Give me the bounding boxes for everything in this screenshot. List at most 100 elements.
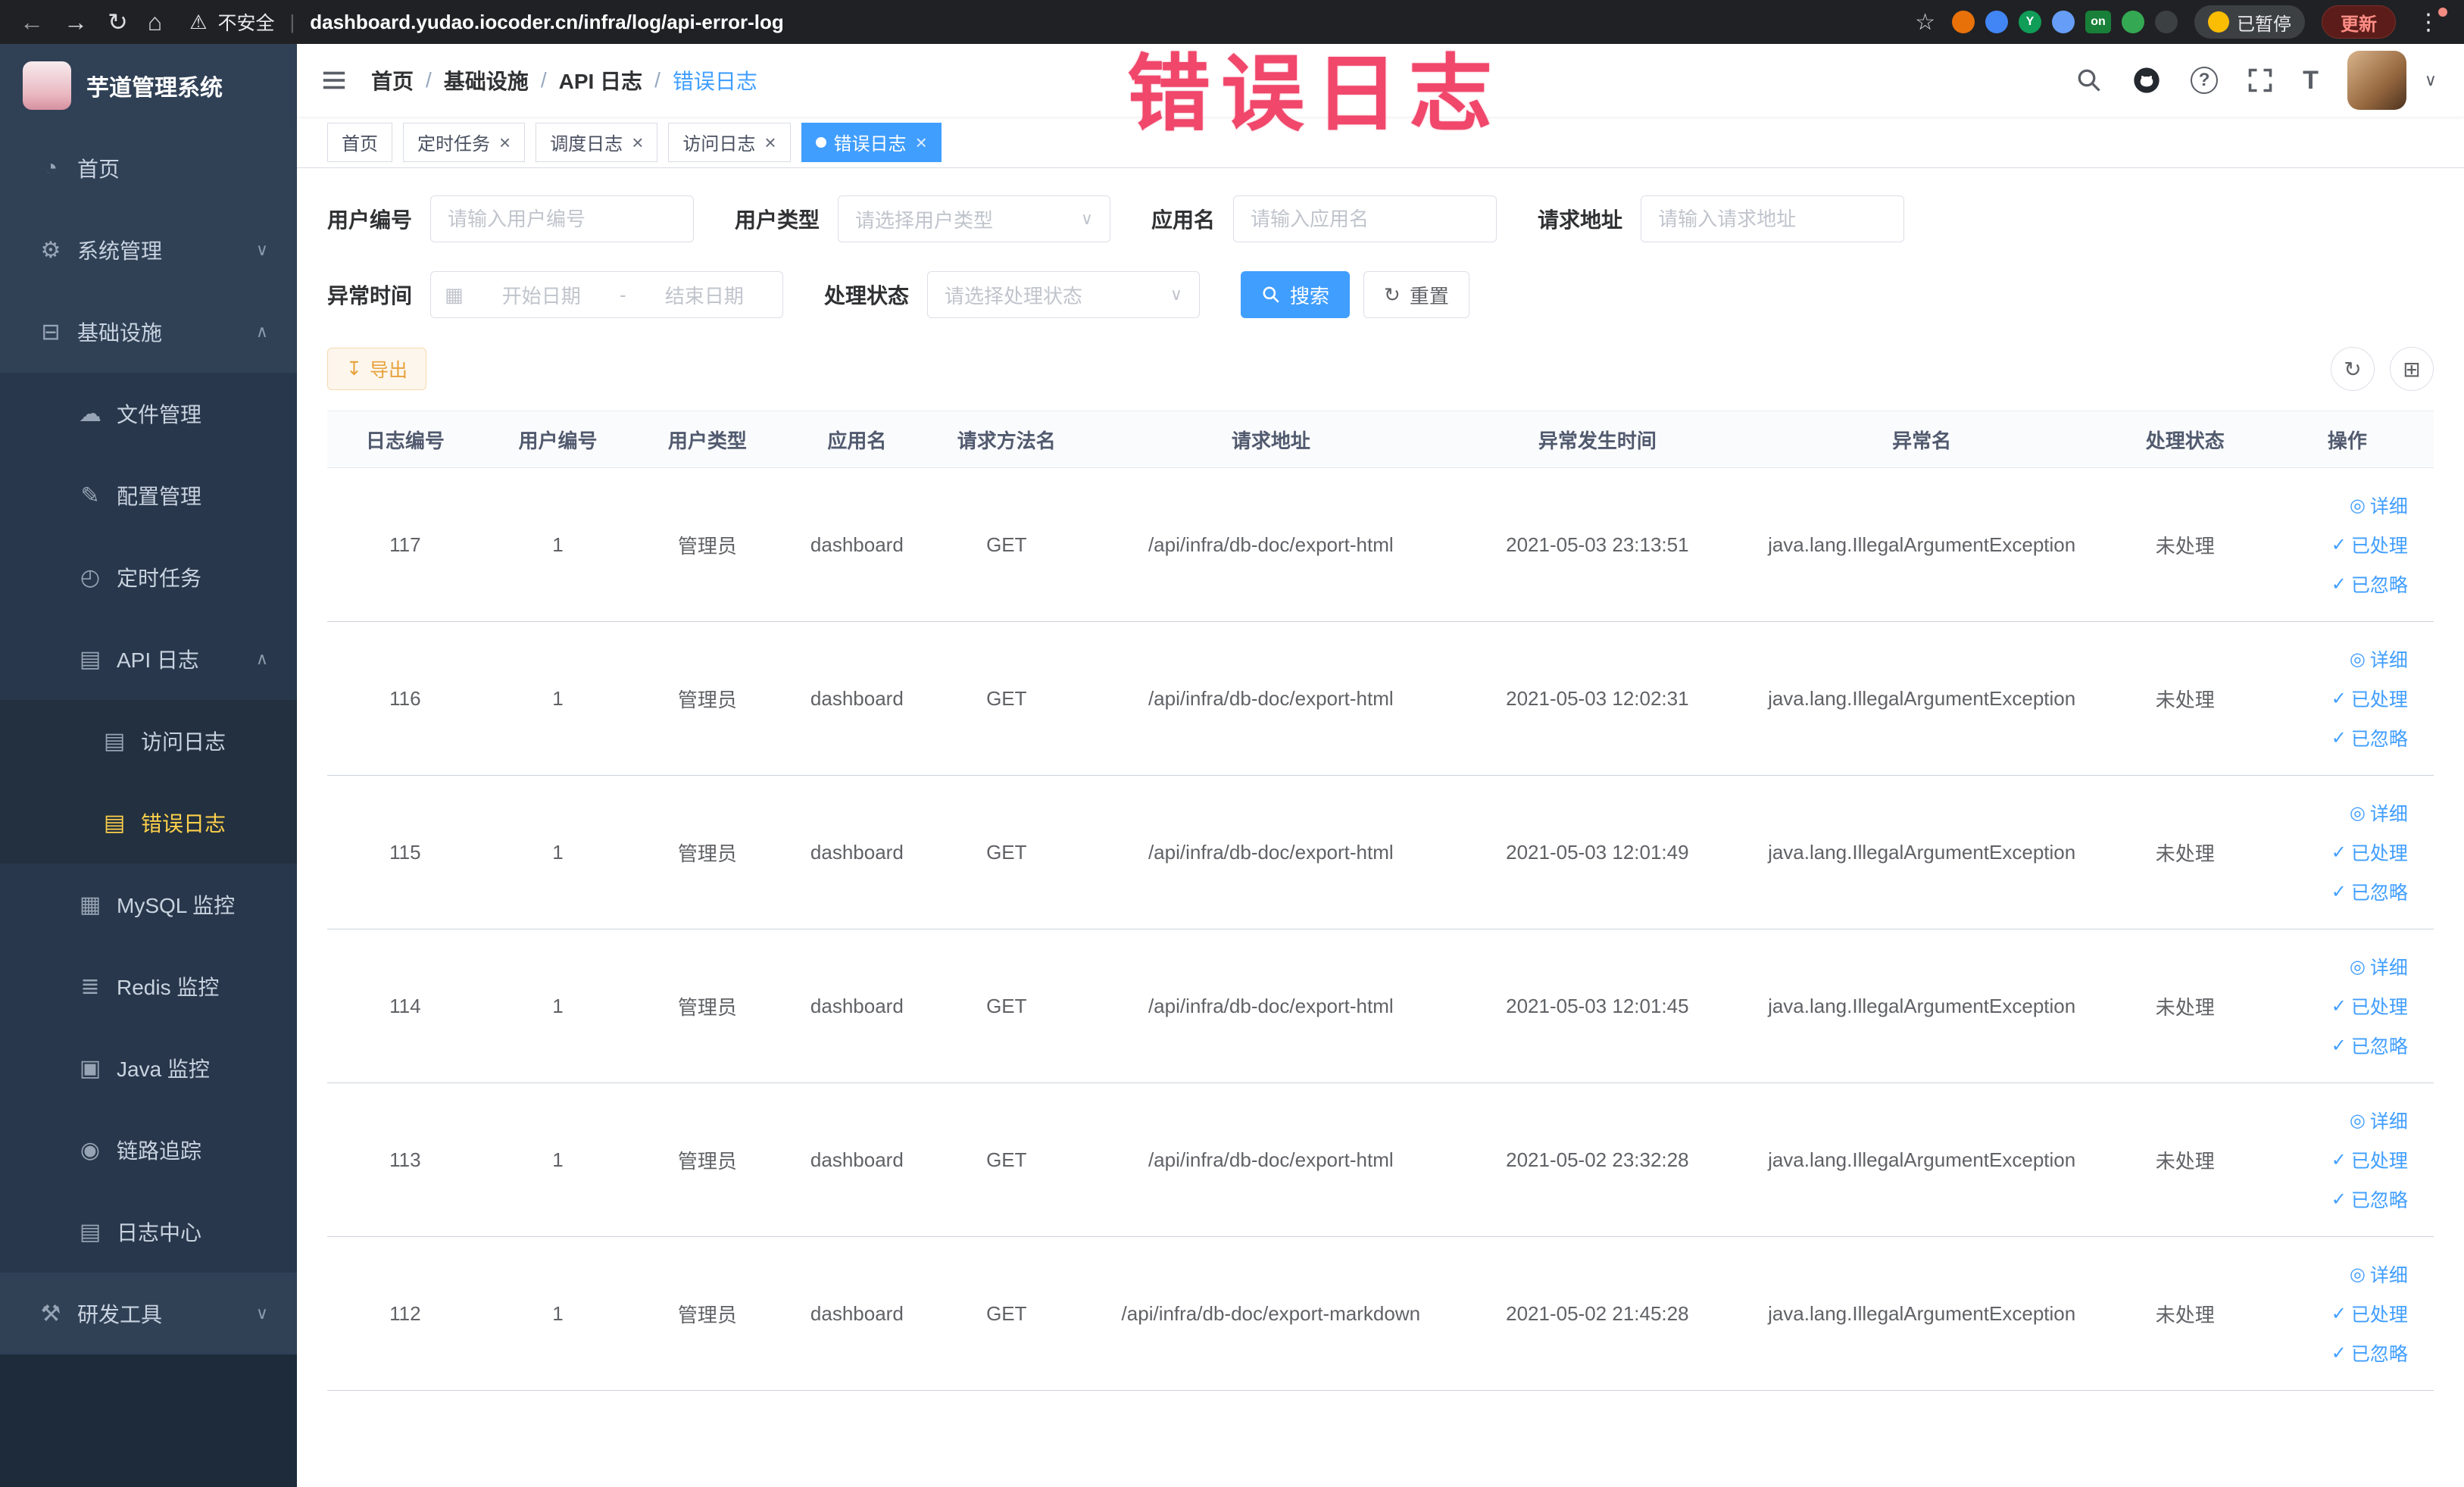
browser-reload-button[interactable]: ↻ — [108, 8, 128, 36]
bookmark-star-icon[interactable]: ☆ — [1915, 9, 1935, 36]
action-detail[interactable]: ◎ 详细 — [2350, 799, 2408, 826]
close-icon[interactable]: × — [499, 133, 511, 152]
user-avatar[interactable] — [2347, 51, 2406, 110]
filter-app-name: 应用名 — [1151, 195, 1497, 242]
action-done[interactable]: ✓ 已处理 — [2331, 992, 2408, 1020]
user-type-select[interactable]: 请选择用户类型 ∨ — [838, 195, 1111, 242]
action-detail[interactable]: ◎ 详细 — [2350, 645, 2408, 673]
action-ignored[interactable]: ✓ 已忽略 — [2331, 878, 2408, 905]
sidebar-item-file[interactable]: ☁ 文件管理 — [0, 373, 297, 455]
sidebar-item-job[interactable]: ◴ 定时任务 — [0, 536, 297, 618]
action-done[interactable]: ✓ 已处理 — [2331, 531, 2408, 558]
browser-forward-button[interactable]: → — [64, 8, 88, 36]
action-detail[interactable]: ◎ 详细 — [2350, 492, 2408, 519]
close-icon[interactable]: × — [916, 133, 927, 152]
sidebar-item-label: 首页 — [77, 158, 120, 181]
sidebar-item-error-log[interactable]: ▤ 错误日志 — [0, 782, 297, 864]
close-icon[interactable]: × — [764, 133, 776, 152]
request-url-input[interactable] — [1641, 195, 1905, 242]
action-done[interactable]: ✓ 已处理 — [2331, 685, 2408, 712]
app-logo[interactable]: 芋道管理系统 — [0, 44, 297, 127]
action-label: 已忽略 — [2350, 1344, 2408, 1365]
action-done[interactable]: ✓ 已处理 — [2331, 1146, 2408, 1173]
sidebar-item-redis[interactable]: ≣ Redis 监控 — [0, 945, 297, 1027]
table-row: 117 1 管理员 dashboard GET/api/infra/db-doc/exp… — [327, 468, 2434, 622]
search-icon — [1261, 285, 1281, 305]
search-icon[interactable] — [2075, 67, 2103, 94]
sidebar-item-dev-tools[interactable]: ⚒ 研发工具 ∨ — [0, 1273, 297, 1354]
reset-button[interactable]: ↻ 重置 — [1363, 271, 1469, 318]
close-icon[interactable]: × — [632, 133, 643, 152]
refresh-table-button[interactable]: ↻ — [2331, 347, 2375, 391]
cell-status: 未处理 — [2155, 842, 2215, 865]
security-label: 不安全 — [217, 13, 275, 34]
page-url: dashboard.yudao.iocoder.cn/infra/log/api… — [310, 10, 784, 33]
sidebar-item-label: 定时任务 — [117, 567, 202, 590]
action-ignored[interactable]: ✓ 已忽略 — [2331, 1032, 2408, 1059]
vue-extension-icon[interactable]: Y — [2019, 11, 2041, 33]
paused-badge[interactable]: 已暂停 — [2194, 5, 2305, 39]
smiley-icon — [2208, 11, 2229, 33]
fullscreen-icon[interactable] — [2247, 67, 2274, 94]
app-name-input[interactable] — [1233, 195, 1497, 242]
address-bar[interactable]: ⚠ 不安全 | dashboard.yudao.iocoder.cn/infra… — [189, 8, 1895, 36]
breadcrumb-item[interactable]: API 日志 — [559, 65, 642, 95]
browser-home-button[interactable]: ⌂ — [148, 8, 162, 36]
user-id-input[interactable] — [430, 195, 695, 242]
tab-job-log[interactable]: 调度日志 × — [536, 122, 658, 162]
browser-back-button[interactable]: ← — [20, 8, 44, 36]
tab-access-log[interactable]: 访问日志 × — [668, 122, 791, 162]
sidebar-item-log-center[interactable]: ▤ 日志中心 — [0, 1191, 297, 1273]
export-button[interactable]: ↧ 导出 — [327, 348, 426, 390]
sidebar-item-home[interactable]: ◔ 首页 — [0, 127, 297, 209]
gear-icon: ⚙ — [40, 237, 61, 263]
caret-down-icon[interactable]: ∨ — [2425, 70, 2437, 90]
browser-menu-icon[interactable]: ⋮ — [2412, 7, 2447, 36]
process-status-select[interactable]: 请选择处理状态 ∨ — [927, 271, 1201, 318]
pin-extension-icon[interactable] — [2155, 11, 2178, 33]
chevron-down-icon: ∨ — [1170, 285, 1183, 304]
devtools-extension-icon[interactable] — [1952, 11, 1975, 33]
breadcrumb-item[interactable]: 基础设施 — [444, 65, 529, 95]
tab-error-log[interactable]: 错误日志 × — [801, 122, 942, 162]
sidebar-item-java[interactable]: ▣ Java 监控 — [0, 1027, 297, 1109]
search-button[interactable]: 搜索 — [1241, 271, 1351, 318]
column-settings-button[interactable]: ⊞ — [2390, 347, 2434, 391]
tab-job[interactable]: 定时任务 × — [403, 122, 526, 162]
github-icon[interactable] — [2131, 65, 2162, 95]
tab-home[interactable]: 首页 — [327, 122, 392, 162]
action-ignored[interactable]: ✓ 已忽略 — [2331, 570, 2408, 598]
hamburger-icon[interactable] — [297, 67, 371, 93]
sidebar-item-tracer[interactable]: ◉ 链路追踪 — [0, 1109, 297, 1191]
cell-time: 2021-05-02 21:45:28 — [1506, 1301, 1689, 1325]
help-icon[interactable]: ? — [2191, 67, 2219, 94]
sidebar-item-system[interactable]: ⚙ 系统管理 ∨ — [0, 209, 297, 291]
check-icon: ✓ — [2331, 688, 2347, 709]
column-header: 异常名 — [1892, 429, 1952, 452]
table-row: 115 1 管理员 dashboard GET/api/infra/db-doc/exp… — [327, 776, 2434, 929]
column-header: 请求方法名 — [957, 429, 1056, 452]
leaf-extension-icon[interactable] — [2122, 11, 2144, 33]
cell-time: 2021-05-03 12:01:49 — [1506, 840, 1689, 864]
sidebar-item-config[interactable]: ✎ 配置管理 — [0, 455, 297, 536]
action-detail[interactable]: ◎ 详细 — [2350, 953, 2408, 980]
action-ignored[interactable]: ✓ 已忽略 — [2331, 1186, 2408, 1213]
action-ignored[interactable]: ✓ 已忽略 — [2331, 724, 2408, 751]
font-size-icon[interactable]: T — [2303, 66, 2319, 95]
exception-time-range-picker[interactable]: ▦ 开始日期 - 结束日期 — [430, 271, 784, 318]
action-done[interactable]: ✓ 已处理 — [2331, 1300, 2408, 1327]
drop-extension-icon[interactable] — [1985, 11, 2008, 33]
sidebar-item-mysql[interactable]: ▦ MySQL 监控 — [0, 864, 297, 945]
grid-extension-icon[interactable] — [2052, 11, 2075, 33]
process-status-placeholder: 请选择处理状态 — [945, 284, 1083, 308]
action-done[interactable]: ✓ 已处理 — [2331, 839, 2408, 866]
action-ignored[interactable]: ✓ 已忽略 — [2331, 1339, 2408, 1367]
action-detail[interactable]: ◎ 详细 — [2350, 1261, 2408, 1288]
sidebar-item-api-log[interactable]: ▤ API 日志 ∧ — [0, 618, 297, 700]
on-badge-extension-icon[interactable]: on — [2085, 11, 2111, 33]
breadcrumb-item[interactable]: 首页 — [371, 65, 414, 95]
sidebar-item-access-log[interactable]: ▤ 访问日志 — [0, 700, 297, 782]
action-detail[interactable]: ◎ 详细 — [2350, 1107, 2408, 1134]
update-button[interactable]: 更新 — [2322, 5, 2396, 39]
sidebar-item-infra[interactable]: ⊟ 基础设施 ∧ — [0, 291, 297, 373]
